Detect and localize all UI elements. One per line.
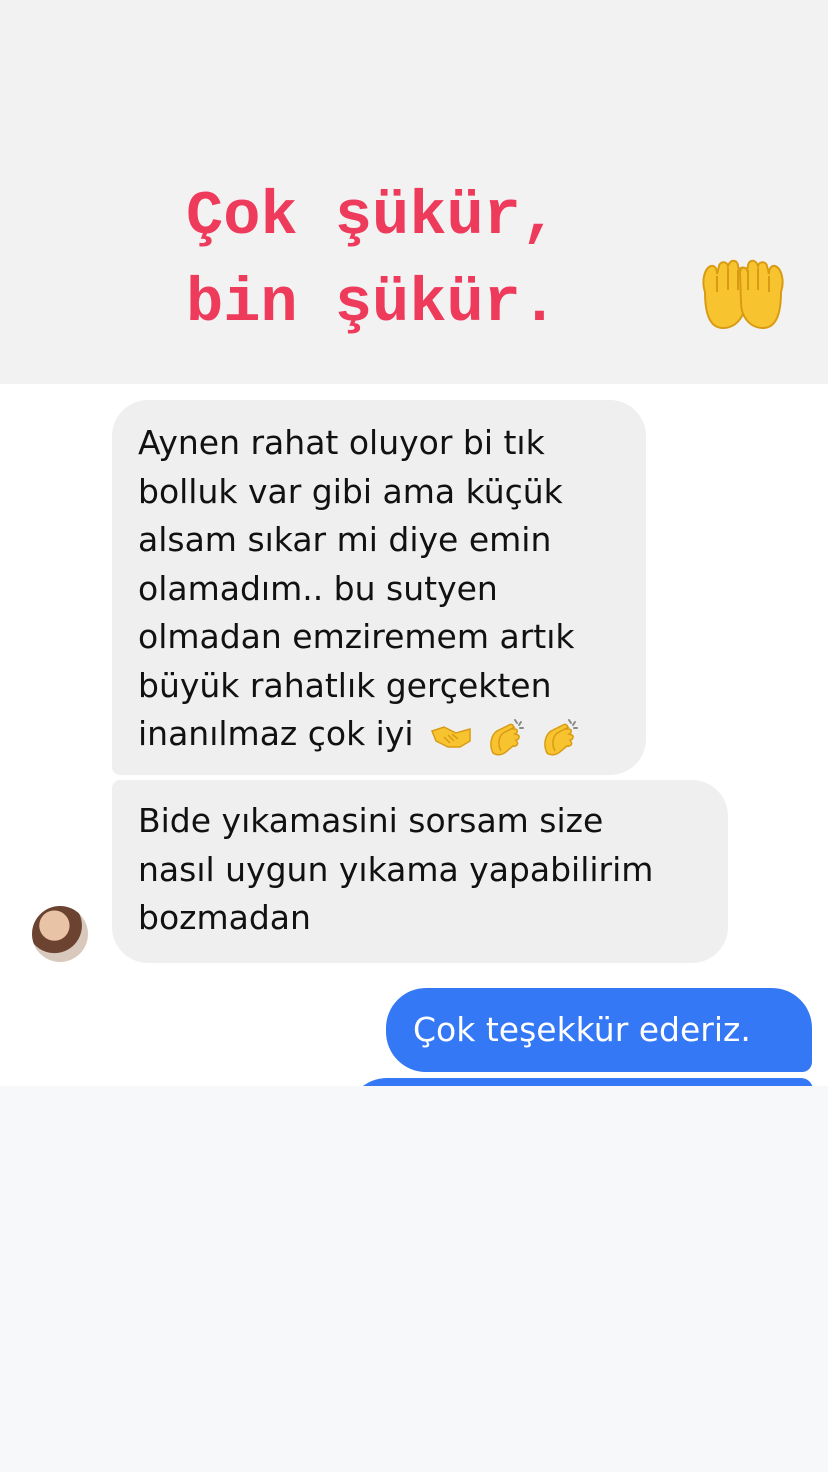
handshake-icon — [431, 725, 471, 748]
message-line: bozmadan — [138, 898, 311, 937]
clapping-hands-icon — [544, 718, 579, 756]
caption-line-1: Çok şükür, — [186, 181, 559, 252]
message-line-text: inanılmaz çok iyi — [138, 714, 414, 753]
emoji-group — [430, 711, 583, 760]
palms-up-together-icon — [702, 259, 784, 330]
incoming-message-bubble[interactable]: Bide yıkamasini sorsam size nasıl uygun … — [112, 780, 728, 963]
message-line: bolluk var gibi ama küçük — [138, 471, 563, 511]
message-line: olmadan emziremem artık — [138, 617, 575, 656]
message-line: olamadım.. bu sutyen — [138, 568, 498, 608]
sender-avatar[interactable] — [32, 906, 88, 962]
blank-background — [0, 1086, 828, 1472]
message-line: büyük rahatlık gerçekten — [138, 665, 552, 705]
incoming-message-bubble[interactable]: Aynen rahat oluyor bi tık bolluk var gib… — [112, 400, 646, 775]
message-thread[interactable]: Aynen rahat oluyor bi tık bolluk var gib… — [0, 384, 828, 1086]
message-line-with-emoji: inanılmaz çok iyi — [138, 710, 626, 760]
message-line: Bide yıkamasini sorsam size — [138, 801, 604, 840]
message-line: nasıl uygun yıkama yapabilirim — [138, 849, 654, 889]
outgoing-message-bubble[interactable]: Çok teşekkür ederiz. — [386, 988, 812, 1072]
story-caption-area: Çok şükür, bin şükür. — [0, 0, 828, 384]
message-line: Aynen rahat oluyor bi tık — [138, 423, 545, 462]
message-line: alsam sıkar mi diye emin — [138, 520, 552, 559]
caption-line-2: bin şükür. — [186, 268, 559, 339]
clapping-hands-icon — [489, 718, 524, 756]
outgoing-message-bubble-cut-off[interactable] — [347, 1078, 813, 1086]
